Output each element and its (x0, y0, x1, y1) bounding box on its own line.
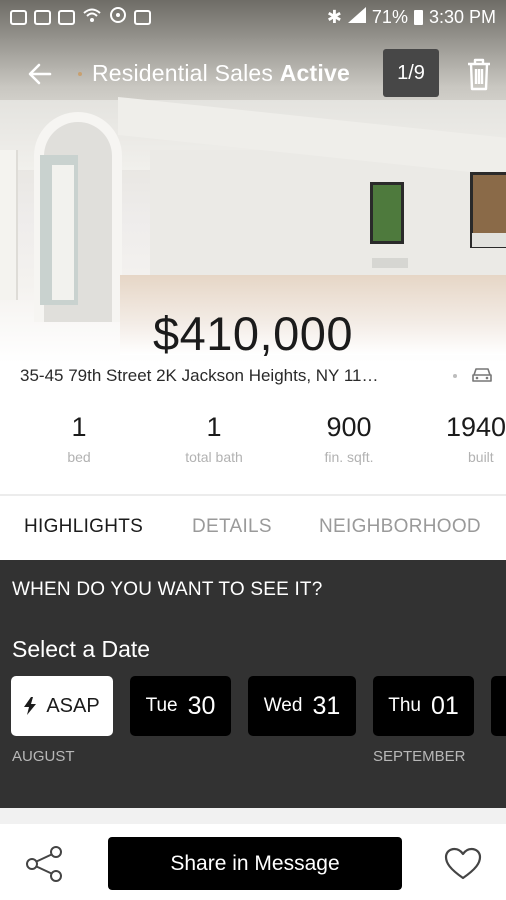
share-icon (26, 846, 62, 882)
stat-built: 1940 built (446, 412, 506, 465)
tab-highlights[interactable]: HIGHLIGHTS (24, 516, 143, 538)
back-arrow-icon (28, 63, 52, 85)
date-chip[interactable]: Thu 01 (373, 676, 474, 736)
date-weekday: Thu (388, 695, 421, 716)
month-label: SEPTEMBER (373, 748, 466, 765)
date-chip[interactable]: Wed 31 (248, 676, 356, 736)
stat-sqft: 900 fin. sqft. (304, 412, 394, 465)
mail-icon (10, 9, 27, 25)
schedule-question: WHEN DO YOU WANT TO SEE IT? (12, 579, 323, 600)
listing-type: Residential Sales (92, 60, 274, 86)
address-separator (453, 374, 457, 378)
delete-button[interactable] (462, 54, 496, 94)
stat-value: 1 (71, 412, 87, 442)
heart-icon (444, 847, 482, 880)
date-day: 31 (312, 691, 341, 720)
listing-price: $410,000 (152, 307, 354, 360)
wifi-icon (82, 7, 102, 28)
bottom-action-bar: Share in Message (0, 824, 506, 900)
date-chip-partial[interactable] (491, 676, 506, 736)
photo-window (370, 182, 404, 244)
commute-button[interactable] (471, 366, 493, 384)
listing-status: Active (279, 60, 350, 86)
system-status: ✱ 71% 3:30 PM (326, 6, 496, 28)
tab-neighborhood[interactable]: NEIGHBORHOOD (319, 516, 481, 538)
stat-value: 1940 (446, 412, 506, 442)
listing-stats: 1 bed 1 total bath 900 fin. sqft. 1940 b… (0, 412, 506, 492)
battery-percent: 71% (371, 6, 408, 27)
page-title: Residential Sales Active (92, 60, 350, 87)
stat-bath: 1 total bath (168, 412, 260, 465)
bolt-icon (24, 697, 37, 715)
photo-door (52, 165, 74, 300)
date-chip[interactable]: Tue 30 (130, 676, 231, 736)
stat-value: 1 (206, 412, 222, 442)
stat-label: fin. sqft. (324, 449, 374, 465)
asap-label: ASAP (46, 694, 100, 717)
photo-counter[interactable]: 1/9 (383, 49, 439, 97)
schedule-panel: WHEN DO YOU WANT TO SEE IT? Select a Dat… (0, 560, 506, 808)
status-bar: ✱ 71% 3:30 PM (0, 0, 506, 34)
content-divider (0, 808, 506, 824)
notification-icons (10, 6, 151, 29)
photo-radiator (472, 233, 506, 247)
stat-label: bed (67, 449, 91, 465)
share-in-message-button[interactable]: Share in Message (108, 837, 402, 890)
date-chip-asap[interactable]: ASAP (11, 676, 113, 736)
trash-icon (468, 58, 490, 91)
stat-value: 900 (326, 412, 372, 442)
stat-label: built (468, 449, 494, 465)
month-label: AUGUST (12, 748, 75, 765)
stat-label: total bath (185, 449, 243, 465)
tablet-icon (58, 9, 75, 25)
date-weekday: Wed (263, 695, 303, 716)
sync-icon (109, 6, 127, 29)
tab-details[interactable]: DETAILS (192, 516, 272, 538)
date-day: 30 (187, 691, 216, 720)
favorite-button[interactable] (444, 847, 482, 881)
photo-shelf (0, 150, 18, 300)
date-weekday: Tue (145, 695, 178, 716)
section-tabs: HIGHLIGHTS DETAILS NEIGHBORHOOD (0, 496, 506, 560)
stat-bed: 1 bed (34, 412, 124, 465)
app-bar: Residential Sales Active 1/9 (0, 48, 506, 100)
clock: 3:30 PM (428, 6, 496, 27)
back-button[interactable] (22, 56, 58, 92)
signal-icon (347, 6, 366, 28)
car-icon (472, 368, 492, 382)
calendar-icon (134, 9, 151, 25)
share-button[interactable] (24, 844, 64, 884)
schedule-heading: Select a Date (12, 636, 151, 662)
title-dot (78, 72, 82, 76)
image-icon (34, 9, 51, 25)
battery-icon (413, 9, 423, 25)
photo-radiator (372, 258, 408, 268)
bluetooth-icon: ✱ (326, 6, 342, 27)
date-day: 01 (430, 691, 459, 720)
listing-address[interactable]: 35-45 79th Street 2K Jackson Heights, NY… (20, 366, 440, 386)
